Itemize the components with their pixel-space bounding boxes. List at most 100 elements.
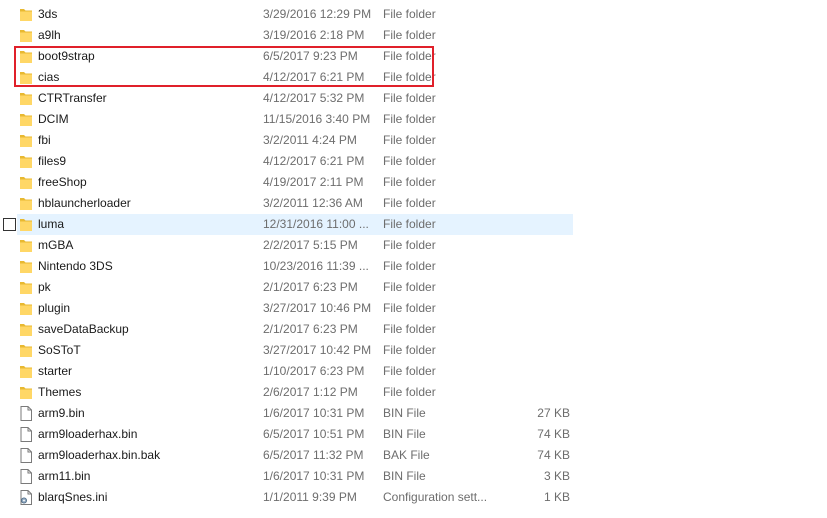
folder-icon bbox=[19, 280, 33, 295]
file-type: File folder bbox=[383, 385, 436, 399]
file-date-modified: 3/2/2011 12:36 AM bbox=[263, 196, 363, 210]
file-type: File folder bbox=[383, 196, 436, 210]
file-name: SoSToT bbox=[38, 343, 81, 357]
folder-icon bbox=[19, 112, 33, 127]
file-row[interactable]: DCIM 11/15/2016 3:40 PM File folder bbox=[0, 109, 827, 130]
folder-icon bbox=[19, 217, 33, 232]
file-row[interactable]: blarqSnes.ini 1/1/2011 9:39 PM Configura… bbox=[0, 487, 827, 508]
file-name: DCIM bbox=[38, 112, 69, 126]
file-date-modified: 1/6/2017 10:31 PM bbox=[263, 406, 365, 420]
file-name: starter bbox=[38, 364, 73, 378]
folder-icon bbox=[19, 385, 33, 400]
folder-icon bbox=[19, 259, 33, 274]
file-size: 1 KB bbox=[543, 490, 570, 504]
file-date-modified: 4/19/2017 2:11 PM bbox=[263, 175, 364, 189]
folder-icon bbox=[19, 364, 33, 379]
file-icon bbox=[19, 469, 33, 484]
file-row[interactable]: arm11.bin 1/6/2017 10:31 PM BIN File 3 K… bbox=[0, 466, 827, 487]
file-row[interactable]: hblauncherloader 3/2/2011 12:36 AM File … bbox=[0, 193, 827, 214]
file-icon bbox=[19, 406, 33, 421]
folder-icon bbox=[19, 91, 33, 106]
file-type: File folder bbox=[383, 343, 436, 357]
file-date-modified: 3/2/2011 4:24 PM bbox=[263, 133, 357, 147]
file-row[interactable]: SoSToT 3/27/2017 10:42 PM File folder bbox=[0, 340, 827, 361]
file-row[interactable]: saveDataBackup 2/1/2017 6:23 PM File fol… bbox=[0, 319, 827, 340]
file-name: plugin bbox=[38, 301, 71, 315]
file-name: Nintendo 3DS bbox=[38, 259, 113, 273]
file-date-modified: 6/5/2017 9:23 PM bbox=[263, 49, 358, 63]
file-row[interactable]: CTRTransfer 4/12/2017 5:32 PM File folde… bbox=[0, 88, 827, 109]
file-row[interactable]: boot9strap 6/5/2017 9:23 PM File folder bbox=[0, 46, 827, 67]
row-checkbox[interactable] bbox=[3, 218, 16, 231]
file-row[interactable]: freeShop 4/19/2017 2:11 PM File folder bbox=[0, 172, 827, 193]
file-row[interactable]: files9 4/12/2017 6:21 PM File folder bbox=[0, 151, 827, 172]
file-row[interactable]: 3ds 3/29/2016 12:29 PM File folder bbox=[0, 4, 827, 25]
file-type: File folder bbox=[383, 49, 436, 63]
folder-icon bbox=[19, 322, 33, 337]
file-row[interactable]: mGBA 2/2/2017 5:15 PM File folder bbox=[0, 235, 827, 256]
file-type: File folder bbox=[383, 154, 436, 168]
file-name: CTRTransfer bbox=[38, 91, 107, 105]
file-name: hblauncherloader bbox=[38, 196, 131, 210]
file-name: luma bbox=[38, 217, 65, 231]
file-name: boot9strap bbox=[38, 49, 95, 63]
file-date-modified: 6/5/2017 10:51 PM bbox=[263, 427, 365, 441]
file-row[interactable]: arm9loaderhax.bin.bak 6/5/2017 11:32 PM … bbox=[0, 445, 827, 466]
file-date-modified: 3/27/2017 10:42 PM bbox=[263, 343, 372, 357]
file-icon bbox=[19, 427, 33, 442]
file-size: 27 KB bbox=[537, 406, 570, 420]
file-list: 3ds 3/29/2016 12:29 PM File folder a9lh … bbox=[0, 4, 827, 508]
file-type: File folder bbox=[383, 70, 436, 84]
file-date-modified: 3/29/2016 12:29 PM bbox=[263, 7, 372, 21]
file-row[interactable]: pk 2/1/2017 6:23 PM File folder bbox=[0, 277, 827, 298]
file-name: cias bbox=[38, 70, 60, 84]
file-name: files9 bbox=[38, 154, 67, 168]
file-row[interactable]: arm9loaderhax.bin 6/5/2017 10:51 PM BIN … bbox=[0, 424, 827, 445]
folder-icon bbox=[19, 154, 33, 169]
file-date-modified: 3/27/2017 10:46 PM bbox=[263, 301, 372, 315]
file-row[interactable]: starter 1/10/2017 6:23 PM File folder bbox=[0, 361, 827, 382]
file-type: File folder bbox=[383, 91, 436, 105]
file-date-modified: 6/5/2017 11:32 PM bbox=[263, 448, 364, 462]
file-row[interactable]: Nintendo 3DS 10/23/2016 11:39 ... File f… bbox=[0, 256, 827, 277]
file-row[interactable]: luma 12/31/2016 11:00 ... File folder bbox=[0, 214, 827, 235]
file-date-modified: 2/6/2017 1:12 PM bbox=[263, 385, 358, 399]
file-row[interactable]: a9lh 3/19/2016 2:18 PM File folder bbox=[0, 25, 827, 46]
file-row[interactable]: Themes 2/6/2017 1:12 PM File folder bbox=[0, 382, 827, 403]
file-type: BIN File bbox=[383, 406, 426, 420]
file-type: Configuration sett... bbox=[383, 490, 488, 504]
file-date-modified: 1/10/2017 6:23 PM bbox=[263, 364, 365, 378]
file-type: File folder bbox=[383, 259, 436, 273]
file-name: Themes bbox=[38, 385, 82, 399]
file-name: arm9loaderhax.bin bbox=[38, 427, 138, 441]
file-date-modified: 4/12/2017 6:21 PM bbox=[263, 154, 365, 168]
folder-icon bbox=[19, 196, 33, 211]
file-row[interactable]: cias 4/12/2017 6:21 PM File folder bbox=[0, 67, 827, 88]
folder-icon bbox=[19, 343, 33, 358]
file-type: File folder bbox=[383, 28, 436, 42]
file-date-modified: 12/31/2016 11:00 ... bbox=[263, 217, 369, 231]
file-row[interactable]: arm9.bin 1/6/2017 10:31 PM BIN File 27 K… bbox=[0, 403, 827, 424]
file-date-modified: 1/6/2017 10:31 PM bbox=[263, 469, 365, 483]
file-type: File folder bbox=[383, 7, 436, 21]
folder-icon bbox=[19, 49, 33, 64]
folder-icon bbox=[19, 7, 33, 22]
file-name: saveDataBackup bbox=[38, 322, 129, 336]
file-name: blarqSnes.ini bbox=[38, 490, 108, 504]
file-name: 3ds bbox=[38, 7, 58, 21]
file-name: a9lh bbox=[38, 28, 61, 42]
file-name: arm9loaderhax.bin.bak bbox=[38, 448, 161, 462]
file-date-modified: 2/1/2017 6:23 PM bbox=[263, 322, 358, 336]
file-row[interactable]: plugin 3/27/2017 10:46 PM File folder bbox=[0, 298, 827, 319]
folder-icon bbox=[19, 238, 33, 253]
file-type: File folder bbox=[383, 112, 436, 126]
file-type: File folder bbox=[383, 175, 436, 189]
file-date-modified: 2/1/2017 6:23 PM bbox=[263, 280, 358, 294]
file-name: pk bbox=[38, 280, 51, 294]
file-row[interactable]: fbi 3/2/2011 4:24 PM File folder bbox=[0, 130, 827, 151]
file-type: BAK File bbox=[383, 448, 430, 462]
file-type: File folder bbox=[383, 364, 436, 378]
file-size: 3 KB bbox=[543, 469, 570, 483]
file-date-modified: 1/1/2011 9:39 PM bbox=[263, 490, 357, 504]
file-name: fbi bbox=[38, 133, 51, 147]
